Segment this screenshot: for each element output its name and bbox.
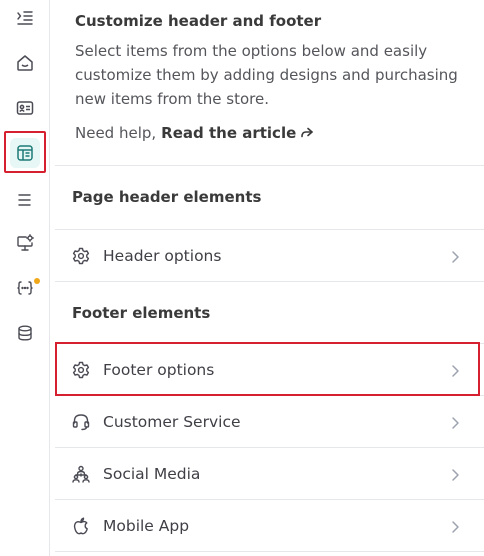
mobile-app-label: Mobile App bbox=[103, 517, 190, 535]
header-options-row[interactable]: Header options bbox=[55, 230, 484, 282]
rail-database[interactable] bbox=[0, 313, 50, 353]
footer-options-row[interactable]: Footer options bbox=[55, 342, 484, 396]
headset-icon bbox=[71, 412, 91, 432]
profile-card-icon bbox=[16, 101, 34, 115]
social-media-row[interactable]: Social Media bbox=[55, 448, 484, 500]
sidebar-rail bbox=[0, 0, 50, 556]
rail-profile[interactable] bbox=[0, 88, 50, 128]
collapse-menu-icon bbox=[17, 11, 33, 25]
header-options-label: Header options bbox=[103, 247, 222, 265]
row-divider bbox=[55, 281, 484, 282]
chevron-right-icon bbox=[448, 467, 462, 481]
rail-code[interactable] bbox=[0, 268, 50, 308]
row-divider bbox=[55, 551, 484, 552]
social-media-label: Social Media bbox=[103, 465, 201, 483]
footer-options-label: Footer options bbox=[103, 361, 215, 379]
page-title: Customize header and footer bbox=[75, 12, 322, 30]
read-article-label: Read the article bbox=[161, 124, 297, 142]
chevron-right-icon bbox=[448, 415, 462, 429]
rail-layout[interactable] bbox=[0, 131, 50, 173]
header-section-title: Page header elements bbox=[72, 188, 262, 206]
read-article-link[interactable]: Read the article bbox=[161, 121, 314, 145]
apple-icon bbox=[71, 516, 91, 536]
rail-home[interactable] bbox=[0, 43, 50, 83]
notification-dot bbox=[34, 278, 40, 284]
intro-section: Customize header and footer Select items… bbox=[75, 10, 475, 145]
intro-description: Select items from the options below and … bbox=[75, 42, 458, 108]
code-braces-icon bbox=[17, 281, 33, 295]
help-line: Need help, Read the article bbox=[75, 121, 475, 145]
chevron-right-icon bbox=[448, 249, 462, 263]
help-prefix: Need help, bbox=[75, 124, 157, 142]
social-network-icon bbox=[71, 464, 91, 484]
footer-section-title: Footer elements bbox=[72, 304, 211, 322]
share-arrow-icon bbox=[301, 127, 314, 138]
database-icon bbox=[18, 325, 32, 341]
chevron-right-icon bbox=[448, 363, 462, 377]
mobile-app-row[interactable]: Mobile App bbox=[55, 500, 484, 552]
customer-service-row[interactable]: Customer Service bbox=[55, 396, 484, 448]
layout-icon bbox=[17, 145, 33, 161]
monitor-settings-icon bbox=[17, 234, 34, 251]
rail-display-settings[interactable] bbox=[0, 223, 50, 263]
collapse-menu-button[interactable] bbox=[0, 0, 50, 38]
customize-panel: Customize header and footer Select items… bbox=[55, 0, 484, 556]
gear-icon bbox=[71, 246, 91, 266]
menu-lines-icon bbox=[18, 194, 31, 206]
customer-service-label: Customer Service bbox=[103, 413, 241, 431]
chevron-right-icon bbox=[448, 519, 462, 533]
section-divider bbox=[55, 165, 484, 166]
gear-icon bbox=[71, 360, 91, 380]
rail-menu[interactable] bbox=[0, 180, 50, 220]
home-icon bbox=[17, 55, 33, 71]
